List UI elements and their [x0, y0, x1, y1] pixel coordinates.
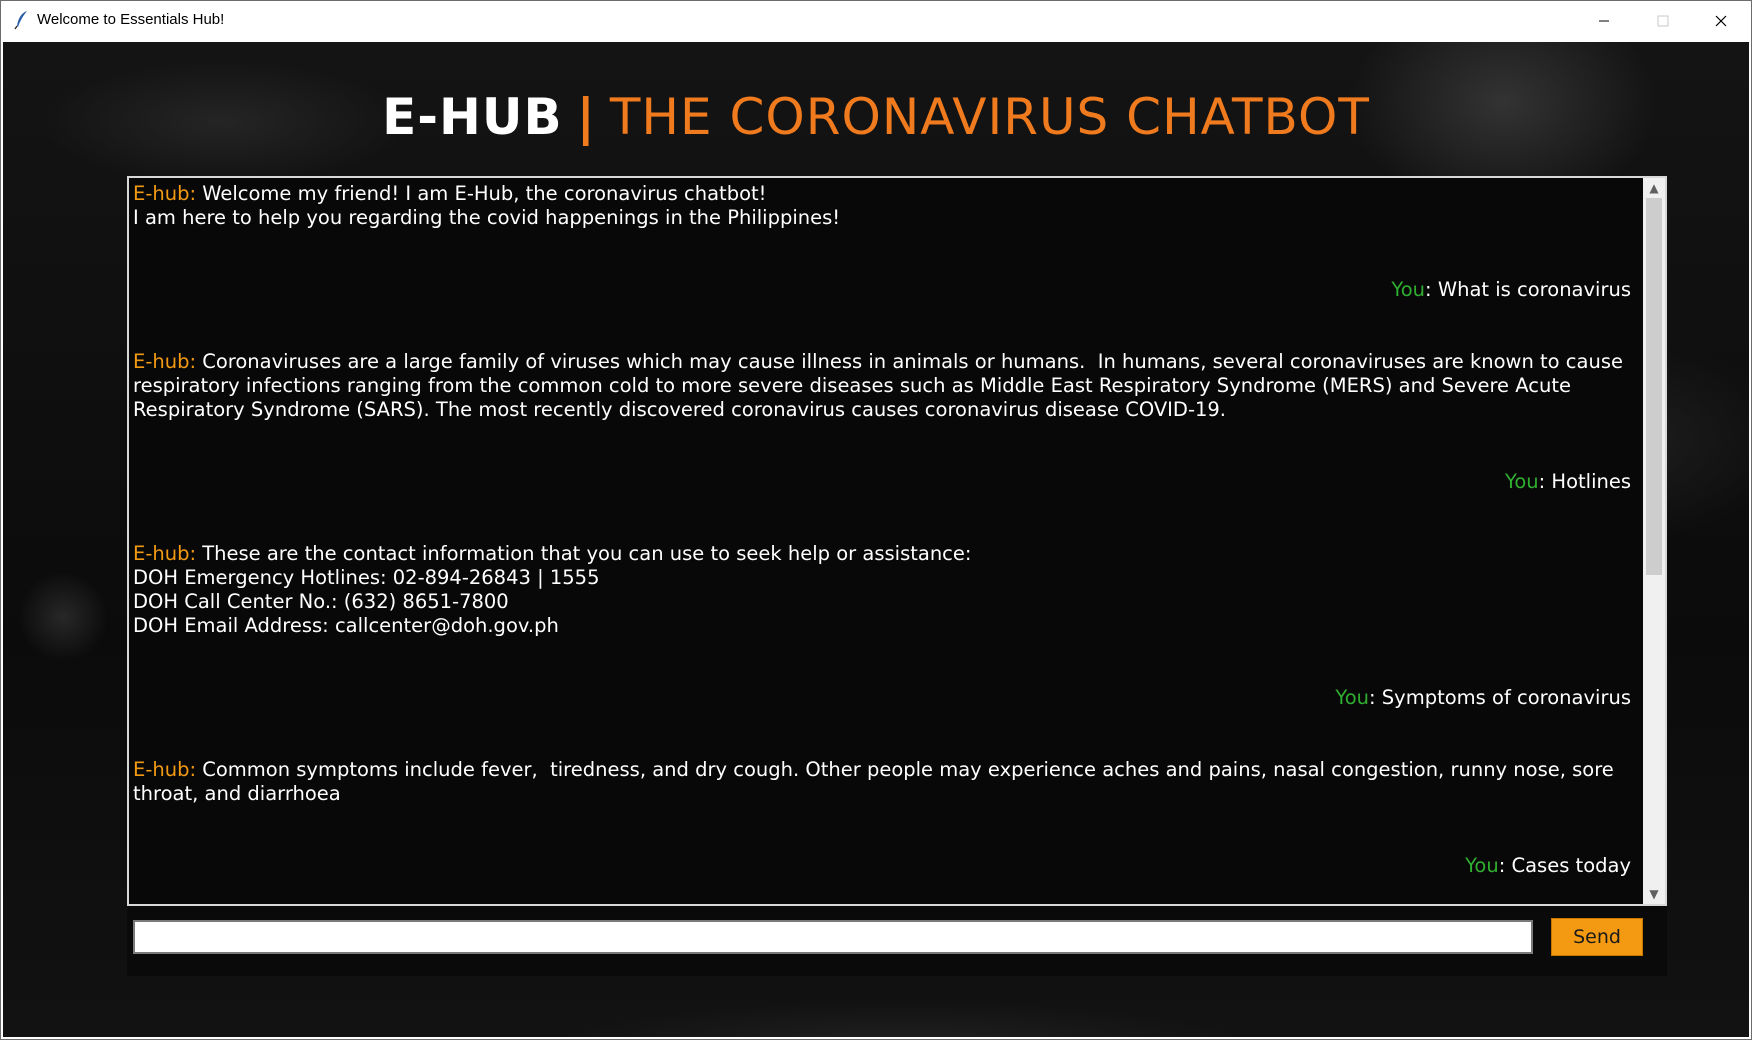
message-input[interactable] [133, 920, 1533, 954]
close-button[interactable] [1692, 1, 1750, 41]
user-speaker-label: You [1335, 686, 1370, 709]
message-text: Common symptoms include fever, tiredness… [133, 758, 1621, 805]
bot-message: E-hub: Common symptoms include fever, ti… [133, 758, 1635, 806]
chat-panel: E-hub: Welcome my friend! I am E-Hub, th… [127, 176, 1667, 906]
user-message: You: Symptoms of coronavirus [133, 686, 1635, 710]
brand-name: E-HUB [382, 88, 563, 146]
user-message: You: Hotlines [133, 470, 1635, 494]
send-button[interactable]: Send [1551, 918, 1643, 956]
scroll-up-icon[interactable]: ▲ [1643, 178, 1665, 198]
bot-speaker-label: E-hub: [133, 542, 197, 565]
user-message: You: What is coronavirus [133, 278, 1635, 302]
chat-scrollbar[interactable]: ▲ ▼ [1643, 178, 1665, 904]
message-text: : Hotlines [1538, 470, 1631, 493]
page-title: E-HUB | THE CORONAVIRUS CHATBOT [3, 88, 1749, 146]
composer-bar: Send [127, 906, 1667, 976]
title-separator: | [576, 88, 596, 146]
scroll-down-icon[interactable]: ▼ [1643, 884, 1665, 904]
message-text: : Symptoms of coronavirus [1369, 686, 1631, 709]
bot-message: E-hub: Welcome my friend! I am E-Hub, th… [133, 182, 1635, 230]
maximize-button[interactable] [1634, 1, 1692, 41]
scrollbar-thumb[interactable] [1646, 198, 1662, 575]
message-text: These are the contact information that y… [133, 542, 972, 637]
user-speaker-label: You [1391, 278, 1426, 301]
minimize-button[interactable] [1575, 1, 1633, 41]
app-window: Welcome to Essentials Hub! E-HUB | THE COR… [0, 0, 1752, 1040]
message-text: Welcome my friend! I am E-Hub, the coron… [133, 182, 841, 229]
window-title: Welcome to Essentials Hub! [37, 11, 225, 28]
bot-message: E-hub: These are the contact information… [133, 542, 1635, 638]
bot-speaker-label: E-hub: [133, 350, 197, 373]
message-text: : Cases today [1498, 854, 1631, 877]
message-text: : What is coronavirus [1425, 278, 1631, 301]
user-speaker-label: You [1505, 470, 1539, 493]
feather-icon [14, 11, 27, 30]
bot-speaker-label: E-hub: [133, 758, 197, 781]
close-icon [1715, 15, 1727, 27]
app-background: E-HUB | THE CORONAVIRUS CHATBOT E-hub: Wel… [3, 42, 1749, 1037]
message-text: Coronaviruses are a large family of viru… [133, 350, 1630, 421]
page-subtitle: THE CORONAVIRUS CHATBOT [609, 88, 1370, 146]
user-speaker-label: You [1465, 854, 1499, 877]
maximize-icon [1657, 15, 1669, 27]
bot-message: E-hub: Coronaviruses are a large family … [133, 350, 1635, 422]
bot-speaker-label: E-hub: [133, 182, 197, 205]
user-message: You: Cases today [133, 854, 1635, 878]
title-bar[interactable]: Welcome to Essentials Hub! [1, 1, 1751, 41]
minimize-icon [1599, 20, 1609, 22]
chat-log[interactable]: E-hub: Welcome my friend! I am E-Hub, th… [129, 178, 1643, 904]
